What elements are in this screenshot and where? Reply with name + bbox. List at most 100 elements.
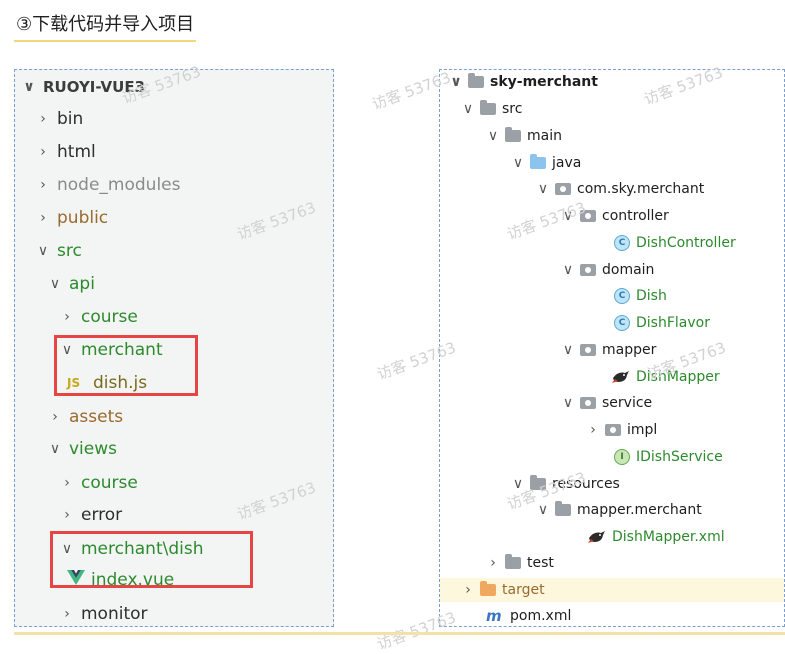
tree-label: bin — [57, 109, 84, 129]
folder-icon — [505, 554, 521, 569]
tree-label: service — [602, 395, 653, 411]
chevron-down-icon: ∨ — [562, 395, 574, 411]
tree-item-java[interactable]: ∨ java — [510, 151, 784, 175]
tree-label: api — [69, 274, 95, 294]
chevron-right-icon: › — [40, 177, 46, 193]
package-icon — [580, 264, 596, 276]
chevron-right-icon: › — [40, 144, 46, 160]
tree-label: src — [502, 101, 523, 117]
tree-item-dishmapper-xml[interactable]: DishMapper.xml — [588, 525, 784, 549]
tree-item-impl[interactable]: › impl — [585, 418, 784, 442]
tree-label: node_modules — [57, 175, 181, 195]
chevron-down-icon: ∨ — [562, 262, 574, 278]
class-icon: C — [614, 288, 630, 304]
tree-item-pom[interactable]: m pom.xml — [486, 604, 784, 626]
root-label: sky-merchant — [490, 74, 598, 90]
tree-item-test[interactable]: › test — [485, 551, 784, 575]
tree-label: impl — [627, 422, 658, 438]
tree-item-bin[interactable]: › bin — [35, 106, 333, 132]
tree-item-main[interactable]: ∨ main — [485, 124, 784, 148]
tree-item-idishservice[interactable]: I IDishService — [614, 445, 784, 469]
tree-item-dishflavor[interactable]: C DishFlavor — [614, 311, 784, 335]
chevron-right-icon: › — [465, 582, 471, 598]
tree-item-html[interactable]: › html — [35, 139, 333, 165]
folder-icon — [505, 127, 521, 142]
mybatis-bird-icon — [588, 530, 606, 544]
chevron-down-icon: ∨ — [462, 101, 474, 117]
tree-item-src[interactable]: ∨ src — [460, 97, 784, 121]
mybatis-bird-icon — [612, 370, 630, 384]
tree-item-api[interactable]: ∨ api — [47, 271, 333, 297]
folder-icon — [555, 501, 571, 516]
tree-label: controller — [602, 208, 669, 224]
chevron-down-icon: ∨ — [512, 155, 524, 171]
package-icon — [605, 424, 621, 436]
chevron-down-icon: ∨ — [23, 79, 35, 95]
chevron-right-icon: › — [64, 507, 70, 523]
chevron-right-icon: › — [64, 475, 70, 491]
chevron-right-icon: › — [64, 606, 70, 622]
tree-label: src — [57, 241, 82, 261]
chevron-down-icon: ∨ — [49, 441, 61, 457]
tree-item-node-modules[interactable]: › node_modules — [35, 172, 333, 198]
chevron-down-icon: ∨ — [37, 243, 49, 259]
tree-label: java — [552, 155, 582, 171]
chevron-right-icon: › — [52, 409, 58, 425]
tree-label: public — [57, 208, 109, 228]
maven-icon: m — [486, 607, 502, 625]
tree-item-course[interactable]: › course — [59, 304, 333, 330]
tree-item-target[interactable]: › target — [460, 578, 784, 602]
tree-label: error — [81, 505, 123, 525]
tree-label: domain — [602, 262, 655, 278]
tree-item-src[interactable]: ∨ src — [35, 238, 333, 264]
class-icon: C — [614, 235, 630, 251]
chevron-right-icon: › — [40, 210, 46, 226]
package-icon — [555, 183, 571, 195]
module-icon — [468, 73, 484, 88]
tree-label: DishController — [636, 235, 736, 251]
package-icon — [580, 397, 596, 409]
bottom-divider — [14, 632, 785, 635]
tree-item-monitor[interactable]: › monitor — [59, 601, 333, 626]
chevron-down-icon: ∨ — [49, 276, 61, 292]
tree-label: mapper.merchant — [577, 502, 702, 518]
section-heading: ③下载代码并导入项目 — [14, 10, 197, 42]
excluded-folder-icon — [480, 581, 496, 596]
tree-label: html — [57, 142, 96, 162]
tree-item-dishcontroller[interactable]: C DishController — [614, 231, 784, 255]
chevron-down-icon: ∨ — [537, 181, 549, 197]
tree-item-package[interactable]: ∨ com.sky.merchant — [535, 177, 784, 201]
tree-label: main — [527, 128, 562, 144]
tree-label: com.sky.merchant — [577, 181, 705, 197]
tree-label: IDishService — [636, 449, 723, 465]
highlight-box-merchant-api — [54, 335, 198, 396]
tree-label: test — [527, 555, 554, 571]
highlight-box-merchant-views — [50, 531, 253, 588]
class-icon: C — [614, 315, 630, 331]
tree-label: target — [502, 582, 545, 598]
tree-label: monitor — [81, 604, 148, 624]
tree-item-assets[interactable]: › assets — [47, 404, 333, 430]
source-folder-icon — [530, 154, 546, 169]
tree-label: assets — [69, 407, 124, 427]
interface-icon: I — [614, 449, 630, 465]
tree-label: Dish — [636, 288, 667, 304]
project-root[interactable]: ∨ sky-merchant — [448, 70, 784, 94]
tree-item-views[interactable]: ∨ views — [47, 436, 333, 462]
tree-label: DishMapper.xml — [612, 529, 725, 545]
tree-label: mapper — [602, 342, 657, 358]
tree-label: views — [69, 439, 118, 459]
chevron-down-icon: ∨ — [562, 342, 574, 358]
tree-item-dishmapper[interactable]: DishMapper — [612, 365, 784, 389]
tree-item-service[interactable]: ∨ service — [560, 391, 784, 415]
chevron-down-icon: ∨ — [487, 128, 499, 144]
tree-item-domain[interactable]: ∨ domain — [560, 258, 784, 282]
chevron-right-icon: › — [490, 555, 496, 571]
tree-item-mapper-merchant[interactable]: ∨ mapper.merchant — [535, 498, 784, 522]
watermark: 访客 53763 — [374, 608, 459, 654]
tree-item-controller[interactable]: ∨ controller — [560, 204, 784, 228]
tree-item-dish[interactable]: C Dish — [614, 284, 784, 308]
package-icon — [580, 344, 596, 356]
idea-project-panel: ∨ sky-merchant ∨ src ∨ main ∨ java ∨ com… — [439, 69, 785, 627]
tree-label: pom.xml — [510, 608, 572, 624]
